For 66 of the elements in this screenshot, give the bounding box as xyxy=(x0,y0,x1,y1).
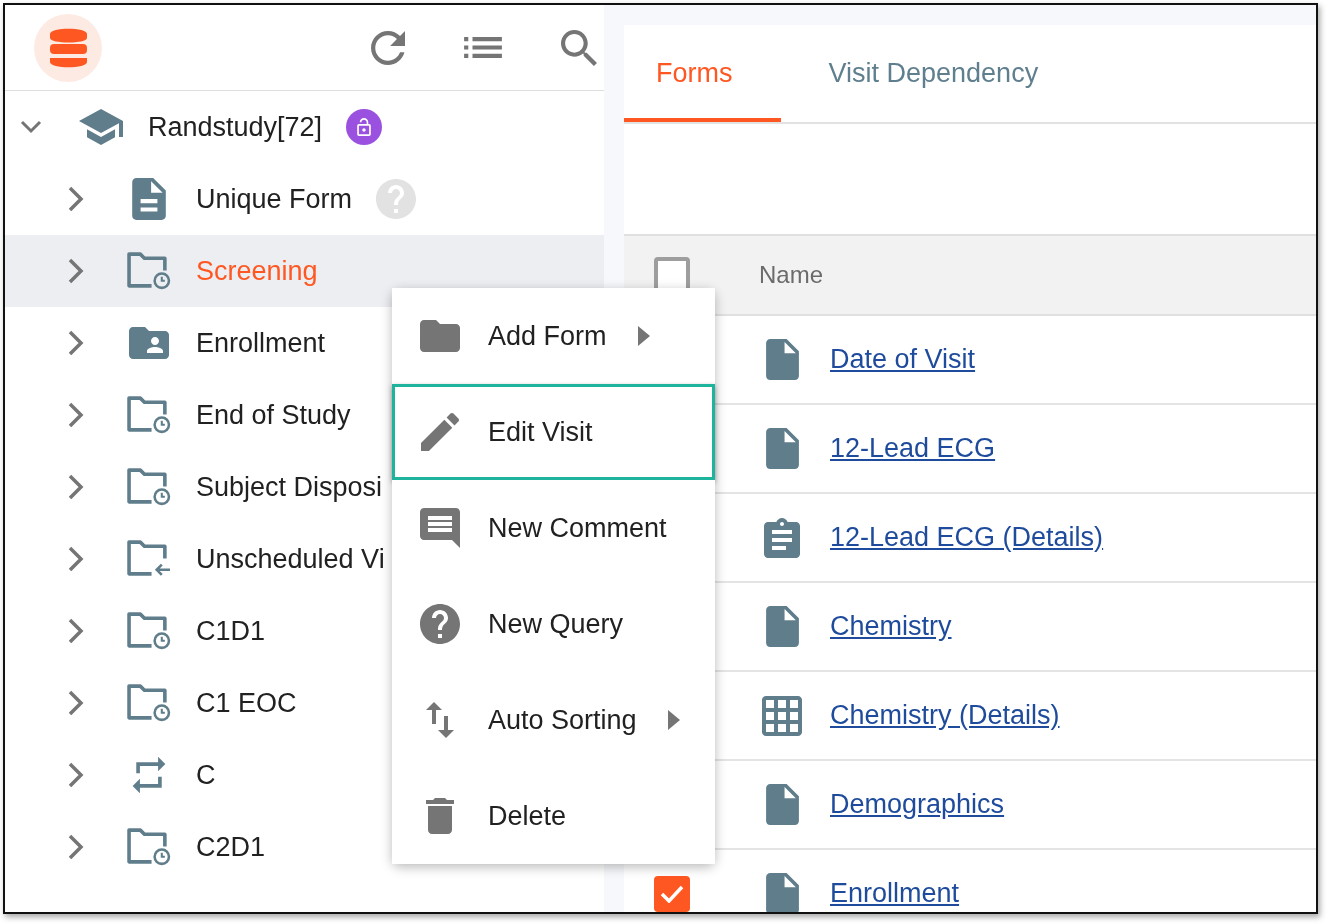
form-link[interactable]: Enrollment xyxy=(830,878,960,909)
folder-person-icon xyxy=(129,327,169,359)
document-icon xyxy=(765,339,799,380)
menu-item[interactable]: Delete xyxy=(392,768,715,864)
repeat-arrows-icon xyxy=(132,755,166,795)
document-icon xyxy=(765,784,799,825)
chevron-right-icon[interactable] xyxy=(68,330,84,356)
document-icon xyxy=(765,606,799,647)
tree-item[interactable]: Unscheduled Vi xyxy=(196,543,385,575)
folder-clock-icon xyxy=(127,468,171,506)
folder-clock-icon xyxy=(127,828,171,866)
menu-item[interactable]: New Query xyxy=(392,576,715,672)
form-link[interactable]: Demographics xyxy=(830,789,1005,820)
graduation-cap-icon xyxy=(79,109,123,145)
tree-item[interactable]: C2D1 xyxy=(196,831,266,863)
tree-item[interactable]: Enrollment xyxy=(196,327,326,359)
chevron-right-icon[interactable] xyxy=(68,762,84,788)
chevron-right-icon[interactable] xyxy=(68,690,84,716)
grid-icon xyxy=(762,695,802,736)
pencil-icon xyxy=(421,413,459,451)
list-icon[interactable] xyxy=(464,37,502,58)
trash-icon xyxy=(426,798,454,834)
menu-item[interactable]: Auto Sorting xyxy=(392,672,715,768)
database-logo-icon xyxy=(34,13,102,82)
form-link[interactable]: Chemistry (Details) xyxy=(830,700,1060,731)
document-icon xyxy=(765,873,799,912)
help-icon xyxy=(420,604,460,644)
checkmark-icon xyxy=(660,884,684,903)
menu-item[interactable]: New Comment xyxy=(392,480,715,576)
tree-item[interactable]: Randstudy[72] xyxy=(148,111,323,143)
tree-item[interactable]: Subject Disposi xyxy=(196,471,383,503)
folder-clock-icon xyxy=(127,684,171,722)
chevron-right-icon[interactable] xyxy=(68,474,84,500)
column-header: Name xyxy=(759,261,824,289)
search-icon[interactable] xyxy=(561,29,597,66)
chevron-right-icon[interactable] xyxy=(68,258,84,284)
tree-item[interactable]: C1 EOC xyxy=(196,687,297,719)
folder-clock-icon xyxy=(127,252,171,290)
chevron-right-icon[interactable] xyxy=(68,834,84,860)
menu-item[interactable]: Add Form xyxy=(392,288,715,384)
folder-icon xyxy=(420,320,460,352)
form-link[interactable]: 12-Lead ECG (Details) xyxy=(830,522,1104,553)
chevron-down-icon[interactable] xyxy=(20,120,42,134)
document-icon xyxy=(132,178,166,220)
tree-item[interactable]: C xyxy=(196,759,216,791)
tree-item[interactable]: Unique Form xyxy=(196,183,353,215)
tab[interactable]: Visit Dependency xyxy=(796,25,1087,122)
row-checkbox[interactable] xyxy=(654,875,690,912)
tree-item[interactable]: End of Study xyxy=(196,399,351,431)
form-link[interactable]: Chemistry xyxy=(830,611,952,642)
refresh-icon[interactable] xyxy=(371,30,405,65)
menu-item[interactable]: Edit Visit xyxy=(392,384,715,480)
sort-arrows-icon xyxy=(426,702,454,738)
chevron-right-icon[interactable] xyxy=(68,186,84,212)
tree-item[interactable]: C1D1 xyxy=(196,615,266,647)
folder-arrow-icon xyxy=(127,540,171,578)
chevron-right-icon[interactable] xyxy=(68,402,84,428)
folder-clock-icon xyxy=(127,396,171,434)
comment-icon xyxy=(420,508,460,548)
chevron-right-icon[interactable] xyxy=(68,546,84,572)
document-icon xyxy=(765,428,799,469)
folder-clock-icon xyxy=(127,612,171,650)
chevron-right-icon[interactable] xyxy=(68,618,84,644)
form-link[interactable]: Date of Visit xyxy=(830,344,976,375)
form-link[interactable]: 12-Lead ECG xyxy=(830,433,996,464)
clipboard-icon xyxy=(764,517,800,558)
